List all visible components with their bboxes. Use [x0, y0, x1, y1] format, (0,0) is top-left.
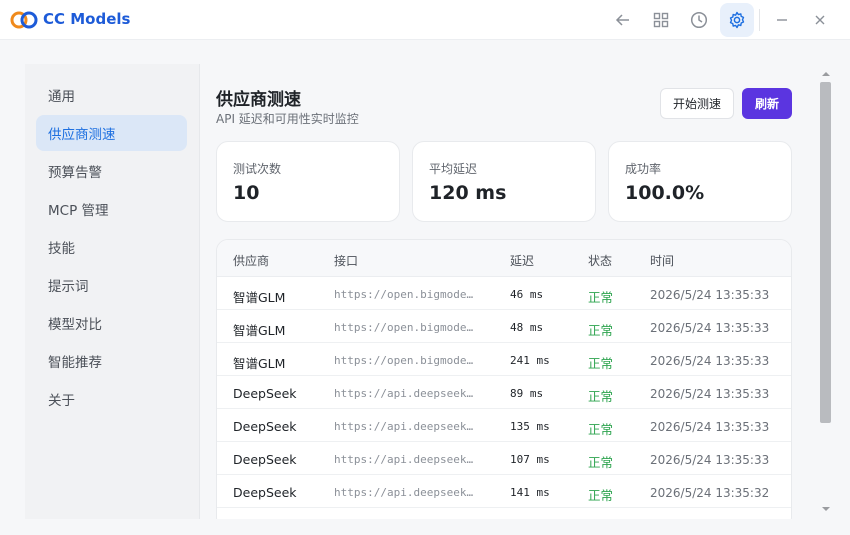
cell-time: 2026/5/24 13:35:33: [650, 420, 770, 434]
cell-latency: 135 ms: [510, 420, 550, 433]
cell-time: 2026/5/24 13:35:32: [650, 486, 770, 500]
minimize-button[interactable]: [765, 3, 799, 37]
cell-latency: 107 ms: [510, 453, 550, 466]
cell-status: 正常: [588, 488, 614, 503]
scroll-up-arrow-icon[interactable]: [821, 69, 831, 79]
main-panel: 供应商测速 API 延迟和可用性实时监控 开始测速 刷新 测试次数 10 平均延…: [201, 64, 808, 519]
cell-provider: DeepSeek: [233, 386, 297, 401]
history-button[interactable]: [682, 3, 716, 37]
table-row: DeepSeek https://api.deepseek.com 89 ms …: [217, 376, 791, 409]
refresh-button[interactable]: 刷新: [742, 88, 792, 119]
cell-status: 正常: [588, 323, 614, 338]
page-subtitle: API 延迟和可用性实时监控: [216, 112, 359, 126]
cell-provider: DeepSeek: [233, 485, 297, 500]
cell-latency: 141 ms: [510, 486, 550, 499]
toolbar-divider: [759, 9, 760, 31]
cell-endpoint: https://api.deepseek.com: [334, 453, 476, 466]
cell-endpoint: https://open.bigmodel.cn: [334, 321, 476, 334]
cell-provider: 智谱GLM: [233, 323, 286, 338]
stat-card-success-rate: 成功率 100.0%: [608, 141, 792, 222]
app-logo-icon: [10, 11, 38, 29]
cell-provider: 智谱GLM: [233, 290, 286, 305]
arrow-left-icon: [615, 14, 629, 26]
sidebar-item-about[interactable]: 关于: [36, 381, 187, 417]
close-button[interactable]: [803, 3, 837, 37]
table-row-partial: [217, 508, 791, 519]
cell-status: 正常: [588, 290, 614, 305]
cell-latency: 89 ms: [510, 387, 544, 400]
grid-icon: [653, 12, 669, 28]
table-row: DeepSeek https://api.deepseek.com 107 ms…: [217, 442, 791, 475]
sidebar-item-provider-speedtest[interactable]: 供应商测速: [36, 115, 187, 151]
sidebar-item-prompts[interactable]: 提示词: [36, 267, 187, 303]
cell-provider: DeepSeek: [233, 452, 297, 467]
scroll-down-arrow-icon[interactable]: [821, 504, 831, 514]
stat-label: 平均延迟: [429, 162, 478, 176]
cell-endpoint: https://api.deepseek.com: [334, 420, 476, 433]
cell-time: 2026/5/24 13:35:33: [650, 321, 770, 335]
cell-endpoint: https://api.deepseek.com: [334, 387, 476, 400]
sidebar: 通用 供应商测速 预算告警 MCP 管理 技能 提示词 模型对比 智能推荐 关于: [25, 64, 200, 519]
cell-endpoint: https://open.bigmodel.cn: [334, 288, 476, 301]
table-row: 智谱GLM https://open.bigmodel.cn 48 ms 正常 …: [217, 310, 791, 343]
cell-endpoint: https://api.deepseek.com: [334, 486, 476, 499]
speedtest-table: 供应商 接口 延迟 状态 时间 智谱GLM https://open.bigmo…: [216, 239, 792, 519]
cell-status: 正常: [588, 356, 614, 371]
cell-provider: 智谱GLM: [233, 356, 286, 371]
table-row: 智谱GLM https://open.bigmodel.cn 46 ms 正常 …: [217, 277, 791, 310]
cell-status: 正常: [588, 422, 614, 437]
column-header-latency: 延迟: [510, 254, 535, 268]
column-header-status: 状态: [588, 254, 613, 268]
sidebar-item-model-compare[interactable]: 模型对比: [36, 305, 187, 341]
minimize-icon: [777, 19, 787, 21]
cell-latency: 241 ms: [510, 354, 550, 367]
sidebar-item-skills[interactable]: 技能: [36, 229, 187, 265]
stat-card-avg-latency: 平均延迟 120 ms: [412, 141, 596, 222]
stat-label: 成功率: [625, 162, 662, 176]
stat-value: 10: [233, 182, 260, 204]
sidebar-item-mcp[interactable]: MCP 管理: [36, 191, 187, 227]
table-row: DeepSeek https://api.deepseek.com 135 ms…: [217, 409, 791, 442]
stat-value: 100.0%: [625, 182, 705, 204]
sidebar-item-smart-recommend[interactable]: 智能推荐: [36, 343, 187, 379]
cell-latency: 46 ms: [510, 288, 544, 301]
table-header: 供应商 接口 延迟 状态 时间: [217, 240, 791, 277]
start-speedtest-button[interactable]: 开始测速: [660, 88, 734, 119]
app-title: CC Models: [43, 10, 131, 28]
stat-card-test-count: 测试次数 10: [216, 141, 400, 222]
cell-status: 正常: [588, 455, 614, 470]
settings-button[interactable]: [720, 3, 754, 37]
title-bar: CC Models: [0, 0, 850, 40]
column-header-provider: 供应商: [233, 254, 270, 268]
cell-latency: 48 ms: [510, 321, 544, 334]
page-title: 供应商测速: [216, 90, 301, 110]
cell-provider: DeepSeek: [233, 419, 297, 434]
scrollbar-thumb[interactable]: [820, 82, 831, 423]
column-header-endpoint: 接口: [334, 254, 359, 268]
table-row: 智谱GLM https://open.bigmodel.cn 241 ms 正常…: [217, 343, 791, 376]
back-button[interactable]: [606, 3, 640, 37]
cell-time: 2026/5/24 13:35:33: [650, 354, 770, 368]
clock-icon: [690, 11, 708, 29]
grid-button[interactable]: [644, 3, 678, 37]
cell-status: 正常: [588, 389, 614, 404]
close-icon: [815, 15, 825, 25]
gear-icon: [729, 11, 745, 29]
stat-label: 测试次数: [233, 162, 282, 176]
sidebar-item-general[interactable]: 通用: [36, 77, 187, 113]
cell-time: 2026/5/24 13:35:33: [650, 453, 770, 467]
stat-value: 120 ms: [429, 182, 507, 204]
cell-time: 2026/5/24 13:35:33: [650, 387, 770, 401]
cell-endpoint: https://open.bigmodel.cn: [334, 354, 476, 367]
column-header-time: 时间: [650, 254, 675, 268]
sidebar-item-budget-alert[interactable]: 预算告警: [36, 153, 187, 189]
table-row: DeepSeek https://api.deepseek.com 141 ms…: [217, 475, 791, 508]
cell-time: 2026/5/24 13:35:33: [650, 288, 770, 302]
